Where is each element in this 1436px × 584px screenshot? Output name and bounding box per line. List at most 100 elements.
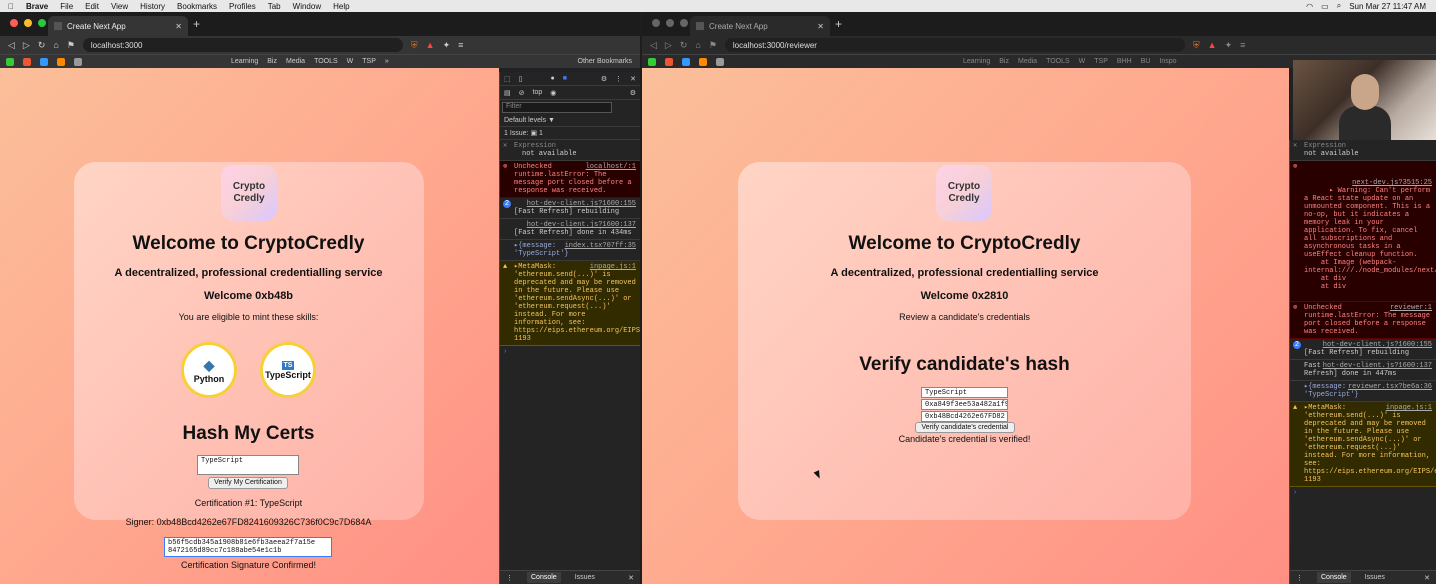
verify-certification-button[interactable]: Verify My Certification [208,477,288,489]
live-expression[interactable]: ✕ Expression not available [500,140,640,161]
new-tab-icon[interactable]: + [835,17,842,31]
back-icon[interactable]: ◁ [8,40,15,51]
message-source-link[interactable]: next-dev.js?3515:25 [1352,179,1432,187]
address-bar[interactable]: localhost:3000/reviewer [724,38,1185,52]
menu-icon[interactable]: ≡ [458,40,463,50]
console-log-message[interactable]: hot-dev-client.js?1600:137 [Fast Refresh… [500,219,640,240]
bookmark-folder-bu[interactable]: BU [1141,58,1151,65]
sidebar-icon[interactable]: ▤ [504,89,511,97]
skill-input[interactable]: TypeScript [197,455,299,475]
tab-issues[interactable]: Issues [575,574,595,581]
bookmark-folder-learning[interactable]: Learning [231,58,258,65]
bookmark-folder-w[interactable]: W [1079,58,1086,65]
minimize-window-button[interactable] [24,19,32,27]
bookmarks-overflow[interactable]: » [385,58,389,65]
menu-edit[interactable]: Edit [85,2,99,11]
message-source-link[interactable]: reviewer:1 [1390,304,1432,312]
menu-history[interactable]: History [140,2,165,11]
close-devtools-icon[interactable]: ✕ [630,75,636,83]
wifi-icon[interactable]: ◠ [1306,2,1313,11]
tab-issues[interactable]: Issues [1365,574,1385,581]
message-source-link[interactable]: hot-dev-client.js?1600:155 [1323,341,1432,349]
hash-input[interactable]: 0xa849f3ee53a482a1f9 [921,399,1008,410]
skill-input[interactable]: TypeScript [921,387,1008,398]
signature-hash-field[interactable]: b56f5cdb345a1908b81e6fb3aeea2f7a15e 8472… [164,537,332,557]
console-prompt[interactable]: › [500,346,640,357]
device-icon[interactable]: ▯ [519,75,523,83]
menu-profiles[interactable]: Profiles [229,2,256,11]
console-log-message[interactable]: hot-dev-client.js?1600:137 Fast Refresh]… [1290,360,1436,381]
bookmark-folder-tools[interactable]: TOOLS [314,58,338,65]
minimize-window-button[interactable] [666,19,674,27]
bookmark-folder-inspo[interactable]: Inspo [1159,58,1176,65]
console-log-message[interactable]: 2 hot-dev-client.js?1600:155 [Fast Refre… [1290,339,1436,360]
menu-icon[interactable]: ≡ [1240,40,1245,50]
eye-icon[interactable]: ◉ [550,89,556,97]
message-source-link[interactable]: inpage.js:1 [590,263,636,271]
bookmark-folder-learning[interactable]: Learning [963,58,990,65]
zoom-window-button[interactable] [38,19,46,27]
close-expression-icon[interactable]: ✕ [1293,142,1297,150]
reload-icon[interactable]: ↻ [38,40,46,51]
brave-shield-icon[interactable]: ⛨ [411,40,418,51]
tab-console[interactable]: Console [1317,572,1351,583]
console-log-message[interactable]: 2 hot-dev-client.js?1600:155 [Fast Refre… [500,198,640,219]
search-icon[interactable]: ⌕ [1337,1,1341,11]
bookmark-icon[interactable] [699,57,707,66]
console-warning-message[interactable]: ▲ inpage.js:1 ▸MetaMask: 'ethereum.send(… [1290,402,1436,487]
message-source-link[interactable]: hot-dev-client.js?1600:137 [1323,362,1432,370]
bookmark-folder-bhh[interactable]: BHH [1117,58,1132,65]
console-error-message[interactable]: ⊗ reviewer:1 Unchecked runtime.lastError… [1290,302,1436,339]
record-icon[interactable]: ● [550,75,554,82]
bookmark-icon[interactable] [23,57,31,66]
bookmark-folder-biz[interactable]: Biz [267,58,277,65]
bookmark-icon[interactable] [40,57,48,66]
console-log-message[interactable]: index.tsx?07ff:35 ▸{message: 'TypeScript… [500,240,640,261]
message-source-link[interactable]: reviewer.tsx?be6a:36 [1348,383,1432,391]
extensions-icon[interactable]: ✦ [1225,40,1233,51]
bookmark-folder-w[interactable]: W [347,58,354,65]
other-bookmarks[interactable]: Other Bookmarks [578,58,632,65]
brave-rewards-icon[interactable]: ▲ [426,40,435,50]
skill-python-badge[interactable]: ◆ Python [181,342,237,398]
brave-shield-icon[interactable]: ⛨ [1193,40,1200,51]
forward-icon[interactable]: ▷ [665,40,672,51]
bookmark-folder-media[interactable]: Media [1018,58,1037,65]
console-prompt[interactable]: › [1290,487,1436,498]
bookmark-folder-tools[interactable]: TOOLS [1046,58,1070,65]
home-icon[interactable]: ⌂ [53,40,58,50]
menu-tab[interactable]: Tab [268,2,281,11]
bookmark-icon[interactable]: ⚑ [67,40,75,51]
console-settings-icon[interactable]: ⚙ [630,89,636,97]
message-source-link[interactable]: localhost/:1 [586,163,636,171]
log-levels-select[interactable]: Default levels ▼ [500,115,640,127]
bookmark-folder-biz[interactable]: Biz [999,58,1009,65]
bookmark-icon[interactable]: ⚑ [709,40,717,51]
close-expression-icon[interactable]: ✕ [503,142,507,150]
close-tab-icon[interactable]: ✕ [175,22,182,31]
console-warning-message[interactable]: ▲ inpage.js:1 ▸MetaMask: 'ethereum.send(… [500,261,640,346]
bookmark-folder-media[interactable]: Media [286,58,305,65]
menu-window[interactable]: Window [293,2,321,11]
bookmark-icon[interactable] [648,57,656,66]
signer-input[interactable]: 0xb48Bcd4262e67FD82 [921,411,1008,422]
console-log-message[interactable]: reviewer.tsx?be6a:36 ▸{message: 'TypeScr… [1290,381,1436,402]
browser-tab[interactable]: Create Next App ✕ [48,16,188,36]
close-tab-icon[interactable]: ✕ [817,22,824,31]
menu-view[interactable]: View [111,2,128,11]
close-window-button[interactable] [10,19,18,27]
tab-console[interactable]: Console [527,572,561,583]
live-expression[interactable]: ✕ Expression not available [1290,140,1436,161]
bookmark-icon[interactable] [6,57,14,66]
app-menu[interactable]: Brave [26,2,48,11]
message-source-link[interactable]: hot-dev-client.js?1600:137 [527,221,636,229]
bookmark-icon[interactable] [665,57,673,66]
menu-help[interactable]: Help [333,2,349,11]
back-icon[interactable]: ◁ [650,40,657,51]
more-icon[interactable]: ⋮ [615,75,622,83]
forward-icon[interactable]: ▷ [23,40,30,51]
console-badge-icon[interactable]: ■ [563,75,567,82]
clear-console-icon[interactable]: ⊘ [519,89,525,97]
inspect-icon[interactable]: ⬚ [504,75,511,83]
message-source-link[interactable]: inpage.js:1 [1386,404,1432,412]
